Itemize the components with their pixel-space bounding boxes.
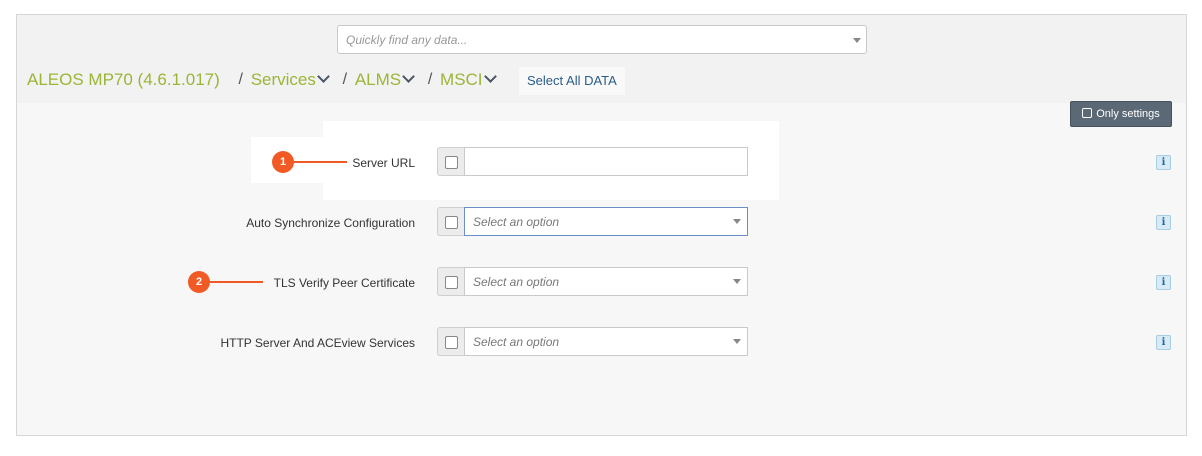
breadcrumb-item-services[interactable]: Services (251, 70, 316, 90)
checkbox-icon[interactable] (445, 216, 458, 229)
checkbox-icon (1082, 108, 1093, 118)
tls-verify-enable-checkbox[interactable] (437, 267, 465, 296)
callout-marker-2: 2 (188, 271, 210, 293)
breadcrumb-separator: / (427, 70, 433, 88)
chevron-down-icon[interactable] (733, 279, 741, 284)
info-icon[interactable]: i (1156, 275, 1171, 290)
checkbox-icon[interactable] (445, 276, 458, 289)
select-placeholder: Select an option (473, 215, 560, 229)
info-icon[interactable]: i (1156, 335, 1171, 350)
info-icon[interactable]: i (1156, 215, 1171, 230)
server-url-input[interactable] (464, 147, 748, 176)
auto-sync-config-label: Auto Synchronize Configuration (246, 216, 415, 230)
checkbox-icon[interactable] (445, 156, 458, 169)
auto-sync-enable-checkbox[interactable] (437, 207, 465, 236)
breadcrumb: ALEOS MP70 (4.6.1.017) / Services / ALMS… (27, 69, 499, 93)
select-placeholder: Select an option (473, 275, 560, 289)
server-url-label: Server URL (352, 156, 415, 170)
breadcrumb-item-alms[interactable]: ALMS (355, 70, 401, 90)
select-placeholder: Select an option (473, 335, 560, 349)
callout-line-1 (294, 161, 347, 163)
chevron-down-icon[interactable] (853, 38, 861, 43)
chevron-down-icon[interactable] (402, 70, 415, 83)
top-bar: Quickly find any data... ALEOS MP70 (4.6… (17, 15, 1186, 103)
chevron-down-icon[interactable] (317, 70, 330, 83)
checkbox-icon[interactable] (445, 336, 458, 349)
search-dropdown[interactable]: Quickly find any data... (337, 25, 867, 54)
http-aceview-label: HTTP Server And ACEview Services (220, 336, 415, 350)
chevron-down-icon[interactable] (483, 70, 497, 83)
info-icon[interactable]: i (1156, 155, 1171, 170)
search-placeholder: Quickly find any data... (346, 33, 468, 47)
http-aceview-select[interactable]: Select an option (464, 327, 748, 356)
chevron-down-icon[interactable] (733, 339, 741, 344)
chevron-down-icon[interactable] (733, 219, 741, 224)
breadcrumb-item-msci[interactable]: MSCI (440, 70, 483, 90)
select-all-data-button[interactable]: Select All DATA (519, 67, 625, 95)
only-settings-label: Only settings (1096, 108, 1160, 120)
tls-verify-peer-select[interactable]: Select an option (464, 267, 748, 296)
only-settings-button[interactable]: Only settings (1070, 101, 1172, 127)
breadcrumb-device: ALEOS MP70 (4.6.1.017) (27, 69, 220, 89)
callout-line-2 (210, 281, 263, 283)
callout-marker-1: 1 (272, 151, 294, 173)
breadcrumb-separator: / (342, 70, 348, 88)
main-panel: Quickly find any data... ALEOS MP70 (4.6… (16, 14, 1187, 436)
breadcrumb-separator: / (238, 70, 243, 88)
auto-sync-config-select[interactable]: Select an option (464, 207, 748, 236)
http-aceview-enable-checkbox[interactable] (437, 327, 465, 356)
tls-verify-peer-label: TLS Verify Peer Certificate (273, 276, 415, 290)
server-url-enable-checkbox[interactable] (437, 147, 465, 176)
